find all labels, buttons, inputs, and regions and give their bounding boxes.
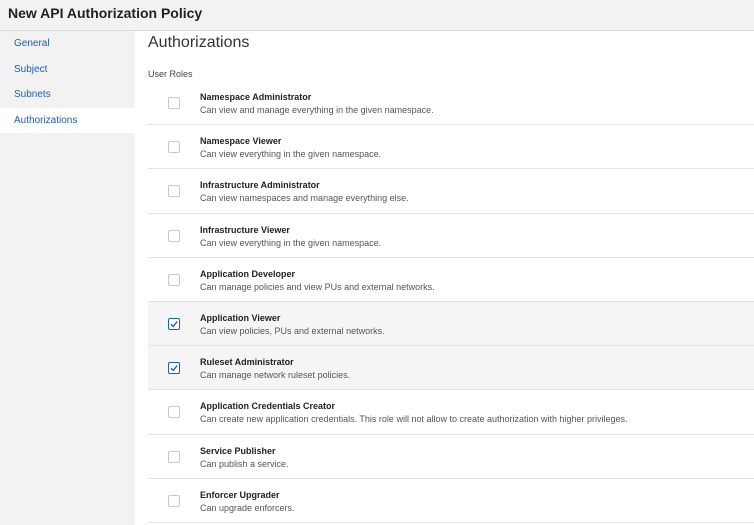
role-checkbox[interactable] (168, 185, 180, 198)
roles-list: Namespace Administrator Can view and man… (148, 81, 754, 523)
role-checkbox[interactable] (168, 450, 180, 463)
role-name: Application Credentials Creator (200, 401, 336, 412)
role-description: Can view everything in the given namespa… (200, 149, 382, 160)
role-row-enforcer-upgrader[interactable]: Enforcer Upgrader Can upgrade enforcers. (148, 479, 754, 523)
sidebar-item-general[interactable]: General (0, 31, 135, 57)
role-name: Application Developer (200, 268, 296, 279)
title-bar: New API Authorization Policy (0, 0, 754, 31)
role-name: Application Viewer (200, 312, 281, 323)
role-checkbox[interactable] (168, 97, 180, 109)
role-description: Can view and manage everything in the gi… (200, 105, 434, 115)
role-name: Namespace Viewer (200, 136, 282, 147)
role-description: Can view policies, PUs and external netw… (200, 325, 385, 336)
role-row-namespace-viewer[interactable]: Namespace Viewer Can view everything in … (148, 125, 754, 170)
role-checkbox[interactable] (168, 362, 180, 375)
sidebar-item-authorizations[interactable]: Authorizations (0, 107, 135, 133)
role-name: Enforcer Upgrader (200, 489, 280, 500)
role-checkbox[interactable] (168, 317, 180, 330)
section-title: Authorizations (148, 34, 250, 51)
checkmark-icon (170, 365, 178, 372)
role-checkbox[interactable] (168, 229, 180, 242)
role-checkbox[interactable] (168, 141, 180, 154)
sidebar: General Subject Subnets Authorizations (0, 31, 135, 525)
role-row-infrastructure-viewer[interactable]: Infrastructure Viewer Can view everythin… (148, 214, 754, 258)
role-description: Can create new application credentials. … (200, 414, 628, 425)
sidebar-item-subject[interactable]: Subject (0, 57, 135, 83)
role-row-namespace-administrator[interactable]: Namespace Administrator Can view and man… (148, 81, 754, 126)
checkmark-icon (170, 321, 178, 328)
role-name: Infrastructure Administrator (200, 180, 320, 191)
role-description: Can view namespaces and manage everythin… (200, 193, 409, 204)
user-roles-label: User Roles (148, 69, 193, 79)
role-name: Ruleset Administrator (200, 357, 294, 368)
role-checkbox[interactable] (168, 273, 180, 286)
role-name: Infrastructure Viewer (200, 224, 290, 235)
role-description: Can publish a service. (200, 458, 289, 469)
main-content: Authorizations User Roles Namespace Admi… (135, 31, 754, 525)
role-description: Can manage network ruleset policies. (200, 370, 351, 381)
role-checkbox[interactable] (168, 406, 180, 419)
role-row-service-publisher[interactable]: Service Publisher Can publish a service. (148, 435, 754, 479)
role-row-application-developer[interactable]: Application Developer Can manage policie… (148, 258, 754, 302)
role-row-infrastructure-administrator[interactable]: Infrastructure Administrator Can view na… (148, 169, 754, 214)
role-description: Can manage policies and view PUs and ext… (200, 281, 435, 292)
role-checkbox[interactable] (168, 494, 180, 507)
sidebar-item-subnets[interactable]: Subnets (0, 82, 135, 108)
page-title: New API Authorization Policy (8, 5, 203, 21)
role-description: Can upgrade enforcers. (200, 502, 295, 513)
role-description: Can view everything in the given namespa… (200, 237, 382, 248)
role-row-application-viewer[interactable]: Application Viewer Can view policies, PU… (148, 301, 754, 347)
role-row-ruleset-administrator[interactable]: Ruleset Administrator Can manage network… (148, 346, 754, 391)
role-name: Namespace Administrator (200, 92, 312, 102)
role-row-application-credentials-creator[interactable]: Application Credentials Creator Can crea… (148, 390, 754, 435)
role-name: Service Publisher (200, 445, 276, 456)
